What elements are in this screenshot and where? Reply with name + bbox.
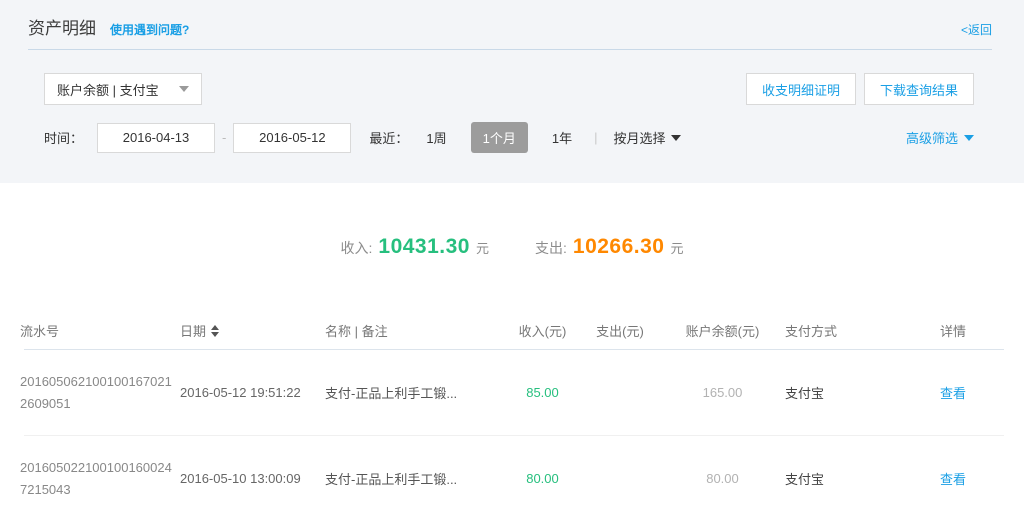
view-detail-link[interactable]: 查看 <box>940 383 1024 402</box>
income-amount: 80.00 <box>505 471 580 486</box>
help-link[interactable]: 使用遇到问题? <box>110 21 189 38</box>
col-header-expense: 支出(元) <box>580 321 660 340</box>
table-row: 2016050621001001670212609051 2016-05-12 … <box>0 350 1024 435</box>
statement-proof-button[interactable]: 收支明细证明 <box>746 73 856 105</box>
col-header-balance: 账户余额(元) <box>660 321 785 340</box>
advanced-filter-label: 高级筛选 <box>906 128 958 147</box>
transactions-table: 流水号 日期 名称 | 备注 收入(元) 支出(元) 账户余额(元) 支付方式 … <box>0 312 1024 508</box>
serial-number: 2016050221001001600247215043 <box>20 457 175 500</box>
col-header-income: 收入(元) <box>505 321 580 340</box>
expense-summary: 支出: 10266.30 元 <box>535 235 684 259</box>
income-expense-summary: 收入: 10431.30 元 支出: 10266.30 元 <box>0 183 1024 259</box>
back-link[interactable]: <返回 <box>961 21 992 38</box>
range-option-1month[interactable]: 1个月 <box>471 122 528 153</box>
view-detail-link[interactable]: 查看 <box>940 469 1024 488</box>
date-range-separator: - <box>222 130 226 145</box>
range-option-1year[interactable]: 1年 <box>552 128 572 147</box>
date-from-input[interactable] <box>97 123 215 153</box>
expense-total-value: 10266.30 <box>573 235 665 259</box>
serial-number: 2016050621001001670212609051 <box>20 371 175 414</box>
income-label: 收入: <box>341 238 373 258</box>
vertical-separator: | <box>594 130 597 145</box>
income-unit: 元 <box>476 238 489 257</box>
chevron-down-icon <box>179 86 189 92</box>
chevron-down-icon <box>964 135 974 141</box>
download-results-button[interactable]: 下载查询结果 <box>864 73 974 105</box>
by-month-label: 按月选择 <box>613 128 665 147</box>
time-filter-row: 时间： - 最近： 1周 1个月 1年 | 按月选择 高级筛选 <box>0 105 1024 153</box>
payment-method: 支付宝 <box>785 469 940 488</box>
table-header-row: 流水号 日期 名称 | 备注 收入(元) 支出(元) 账户余额(元) 支付方式 … <box>0 312 1024 349</box>
col-header-date-label: 日期 <box>180 321 206 340</box>
account-balance: 80.00 <box>660 471 785 486</box>
date-to-input[interactable] <box>233 123 351 153</box>
col-header-detail: 详情 <box>940 321 1024 340</box>
page-header: 资产明细 使用遇到问题? <返回 <box>28 0 992 50</box>
by-month-selector[interactable]: 按月选择 <box>613 128 681 147</box>
expense-label: 支出: <box>535 238 567 258</box>
time-label: 时间： <box>44 128 83 147</box>
page-title: 资产明细 <box>28 14 96 39</box>
transaction-name: 支付-正品上利手工锻... <box>325 383 505 402</box>
account-balance: 165.00 <box>660 385 785 400</box>
range-option-1week[interactable]: 1周 <box>426 128 446 147</box>
account-filter-row: 账户余额 | 支付宝 收支明细证明 下载查询结果 <box>0 50 1024 105</box>
col-header-method: 支付方式 <box>785 321 940 340</box>
sort-icon[interactable] <box>211 325 219 337</box>
col-header-serial: 流水号 <box>20 321 180 340</box>
transaction-date: 2016-05-10 13:00:09 <box>180 471 325 486</box>
chevron-down-icon <box>671 135 681 141</box>
table-row: 2016050221001001600247215043 2016-05-10 … <box>0 436 1024 508</box>
income-total-value: 10431.30 <box>378 235 470 259</box>
account-select[interactable]: 账户余额 | 支付宝 <box>44 73 202 105</box>
filter-panel: 资产明细 使用遇到问题? <返回 账户余额 | 支付宝 收支明细证明 下载查询结… <box>0 0 1024 183</box>
col-header-name: 名称 | 备注 <box>325 321 505 340</box>
advanced-filter-toggle[interactable]: 高级筛选 <box>906 128 974 147</box>
payment-method: 支付宝 <box>785 383 940 402</box>
expense-unit: 元 <box>670 238 683 257</box>
account-select-value: 账户余额 | 支付宝 <box>57 80 159 99</box>
income-amount: 85.00 <box>505 385 580 400</box>
recent-label: 最近： <box>369 128 408 147</box>
transaction-date: 2016-05-12 19:51:22 <box>180 385 325 400</box>
income-summary: 收入: 10431.30 元 <box>341 235 490 259</box>
transaction-name: 支付-正品上利手工锻... <box>325 469 505 488</box>
col-header-date[interactable]: 日期 <box>180 321 325 340</box>
